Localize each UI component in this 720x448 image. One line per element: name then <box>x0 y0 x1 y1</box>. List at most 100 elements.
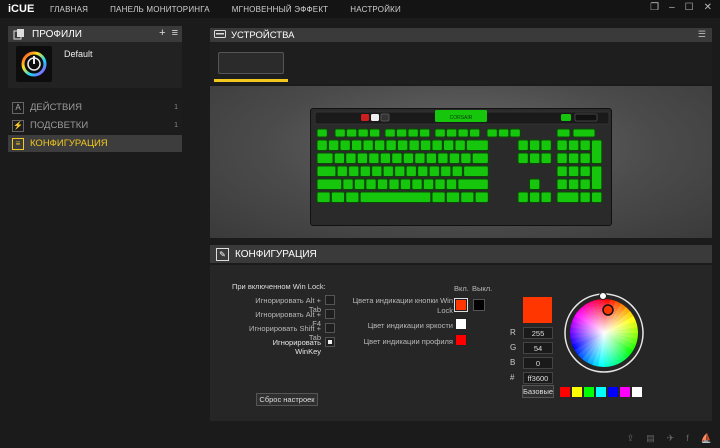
profiles-menu-icon[interactable]: ≡ <box>172 27 178 39</box>
color-wheel[interactable] <box>564 292 644 373</box>
preset-color-swatch[interactable] <box>596 387 606 397</box>
chat-icon[interactable]: ▤ <box>646 433 655 444</box>
key <box>316 178 343 190</box>
key <box>529 139 541 151</box>
key <box>382 165 394 177</box>
sidebar-item-label: КОНФИГУРАЦИЯ <box>30 138 108 149</box>
key <box>345 191 360 203</box>
preset-color-swatch[interactable] <box>632 387 642 397</box>
g-input[interactable]: 54 <box>523 342 553 354</box>
ignore-alt-tab-checkbox[interactable] <box>325 295 335 305</box>
add-profile-button[interactable]: + <box>159 27 165 39</box>
key <box>445 191 461 203</box>
reset-settings-button[interactable]: Сброс настроек <box>256 393 318 406</box>
key <box>385 139 397 151</box>
sidebar-item-count: 1 <box>174 122 178 129</box>
ignore-winkey-checkbox[interactable] <box>325 337 335 347</box>
sidebar-item-actions[interactable]: A ДЕЙСТВИЯ 1 <box>8 99 182 116</box>
key <box>443 139 455 151</box>
key <box>445 178 458 190</box>
key <box>517 191 529 203</box>
device-strip <box>210 42 712 84</box>
actions-icon: A <box>12 101 24 114</box>
facebook-icon[interactable]: f <box>686 433 689 444</box>
key <box>591 139 603 164</box>
key <box>448 152 461 164</box>
sidebar-item-label: ДЕЙСТВИЯ <box>30 102 82 113</box>
nav-instant-lighting[interactable]: МГНОВЕННЫЙ ЭФФЕКТ <box>232 5 328 14</box>
key <box>466 139 489 151</box>
r-input[interactable]: 255 <box>523 327 553 339</box>
option-label: Игнорировать WinKey <box>272 338 321 356</box>
key <box>457 128 469 138</box>
key <box>486 128 498 138</box>
preset-color-swatch[interactable] <box>572 387 582 397</box>
key <box>517 152 529 164</box>
preset-color-swatch[interactable] <box>560 387 570 397</box>
hex-label: # <box>510 373 515 382</box>
basic-colors-button[interactable]: Базовые <box>522 385 554 398</box>
volume-roller <box>574 113 598 122</box>
nav-home[interactable]: ГЛАВНАЯ <box>50 5 88 14</box>
hex-input[interactable]: ff3600 <box>523 372 553 384</box>
key <box>425 152 438 164</box>
keyboard-thumbnail <box>218 52 284 74</box>
top-bar: iCUE ГЛАВНАЯ ПАНЕЛЬ МОНИТОРИНГА МГНОВЕНН… <box>0 0 720 18</box>
device-tab-keyboard[interactable] <box>214 50 288 82</box>
b-input[interactable]: 0 <box>523 357 553 369</box>
sidebar-item-lighting[interactable]: ⚡ ПОДСВЕТКИ 1 <box>8 117 182 134</box>
brightness-indicator-color-swatch[interactable] <box>455 318 467 330</box>
media-key <box>380 113 390 122</box>
key <box>316 128 328 138</box>
key <box>330 191 346 203</box>
winlock-off-color-swatch[interactable] <box>473 299 485 311</box>
configuration-icon: ≡ <box>12 137 24 150</box>
twitter-icon[interactable]: ✈ <box>667 433 675 444</box>
minimize-icon[interactable]: – <box>669 2 675 13</box>
maximize-icon[interactable]: ☐ <box>685 2 694 13</box>
key <box>402 152 415 164</box>
device-tab-selected-indicator <box>214 79 288 82</box>
preset-color-swatch[interactable] <box>620 387 630 397</box>
preset-color-swatch[interactable] <box>584 387 594 397</box>
ignore-shift-tab-checkbox[interactable] <box>325 323 335 333</box>
corsair-icon[interactable]: ⛵ <box>701 433 712 444</box>
restore-icon[interactable]: ❐ <box>650 2 659 13</box>
key <box>498 128 510 138</box>
keyboard-image[interactable]: CORSAIR <box>310 108 612 226</box>
key <box>529 178 541 190</box>
share-icon[interactable]: ⇪ <box>627 433 635 444</box>
configuration-panel: При включенном Win Lock: Игнорировать Al… <box>210 265 712 421</box>
preset-color-swatch[interactable] <box>608 387 618 397</box>
key <box>463 165 489 177</box>
key <box>451 165 463 177</box>
key <box>417 165 429 177</box>
indicator-label: Цвета индикации кнопки Win Lock <box>352 296 453 315</box>
winlock-heading: При включенном Win Lock: <box>232 282 326 291</box>
media-key <box>371 114 379 121</box>
key <box>540 152 552 164</box>
ignore-alt-f4-checkbox[interactable] <box>325 309 335 319</box>
key <box>397 139 409 151</box>
key <box>460 191 475 203</box>
sidebar-item-configuration[interactable]: ≡ КОНФИГУРАЦИЯ <box>8 135 182 152</box>
profile-item-default[interactable]: Default <box>8 42 182 88</box>
key <box>431 139 443 151</box>
key <box>374 139 386 151</box>
nav-settings[interactable]: НАСТРОЙКИ <box>350 5 401 14</box>
devices-menu-icon[interactable]: ☰ <box>698 29 706 40</box>
close-icon[interactable]: ✕ <box>704 2 712 13</box>
profile-indicator-color-swatch[interactable] <box>455 334 467 346</box>
profile-name: Default <box>64 49 93 59</box>
key <box>316 152 334 164</box>
key <box>579 152 591 164</box>
nav-dashboard[interactable]: ПАНЕЛЬ МОНИТОРИНГА <box>110 5 210 14</box>
key <box>334 128 346 138</box>
winlock-on-color-swatch[interactable] <box>454 298 468 312</box>
status-bar <box>0 430 720 448</box>
key <box>346 128 358 138</box>
color-selector-handle <box>602 304 614 316</box>
key <box>359 165 371 177</box>
devices-header: УСТРОЙСТВА ☰ <box>210 28 712 42</box>
key <box>411 178 423 190</box>
